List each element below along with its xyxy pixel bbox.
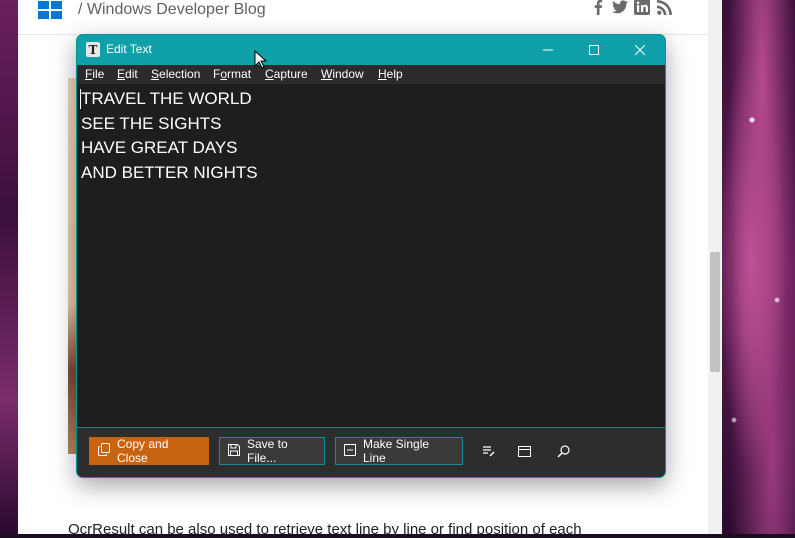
edit-text-window: T Edit Text File Edit Selection Format C…	[76, 34, 666, 478]
make-single-line-button[interactable]: Make Single Line	[335, 437, 463, 465]
app-icon: T	[86, 42, 100, 57]
window-icon[interactable]	[510, 437, 538, 465]
text-editor[interactable]: TRAVEL THE WORLD SEE THE SIGHTS HAVE GRE…	[77, 84, 665, 427]
menu-help[interactable]: Help	[378, 67, 403, 81]
facebook-icon[interactable]	[590, 0, 606, 15]
bottom-toolbar: Copy and Close Save to File... Make Sing…	[77, 427, 665, 477]
menu-file[interactable]: File	[85, 67, 104, 81]
close-button[interactable]	[617, 35, 663, 65]
linkedin-icon[interactable]	[634, 0, 650, 15]
menu-window[interactable]: Window	[321, 67, 364, 81]
copy-and-close-label: Copy and Close	[117, 437, 169, 465]
save-to-file-button[interactable]: Save to File...	[219, 437, 325, 465]
single-line-icon	[344, 443, 356, 459]
save-icon	[228, 443, 240, 459]
social-links	[590, 0, 672, 15]
menu-edit[interactable]: Edit	[117, 67, 138, 81]
desktop-wallpaper-right	[722, 0, 795, 534]
minimize-button[interactable]	[525, 35, 571, 65]
editor-text[interactable]: TRAVEL THE WORLD SEE THE SIGHTS HAVE GRE…	[81, 87, 258, 185]
menu-selection[interactable]: Selection	[151, 67, 200, 81]
rss-icon[interactable]	[656, 0, 672, 15]
menu-bar: File Edit Selection Format Capture Windo…	[77, 65, 665, 84]
edit-list-icon[interactable]	[474, 437, 502, 465]
make-single-line-label: Make Single Line	[363, 437, 430, 465]
maximize-button[interactable]	[571, 35, 617, 65]
window-title: Edit Text	[106, 42, 152, 56]
window-titlebar[interactable]: T Edit Text	[77, 35, 665, 65]
twitter-icon[interactable]	[612, 0, 628, 15]
windows-logo-icon[interactable]	[38, 1, 62, 19]
menu-capture[interactable]: Capture	[265, 67, 308, 81]
save-to-file-label: Save to File...	[247, 437, 288, 465]
blog-title[interactable]: / Windows Developer Blog	[78, 1, 266, 19]
menu-format[interactable]: Format	[213, 67, 251, 81]
article-paragraph: OcrResult can be also used to retrieve t…	[68, 521, 582, 538]
page-scrollbar-thumb[interactable]	[710, 252, 720, 372]
search-icon[interactable]	[549, 437, 577, 465]
desktop-wallpaper-left	[0, 0, 18, 534]
mouse-cursor-icon	[254, 49, 268, 70]
copy-icon	[98, 443, 110, 459]
copy-and-close-button[interactable]: Copy and Close	[89, 437, 209, 465]
